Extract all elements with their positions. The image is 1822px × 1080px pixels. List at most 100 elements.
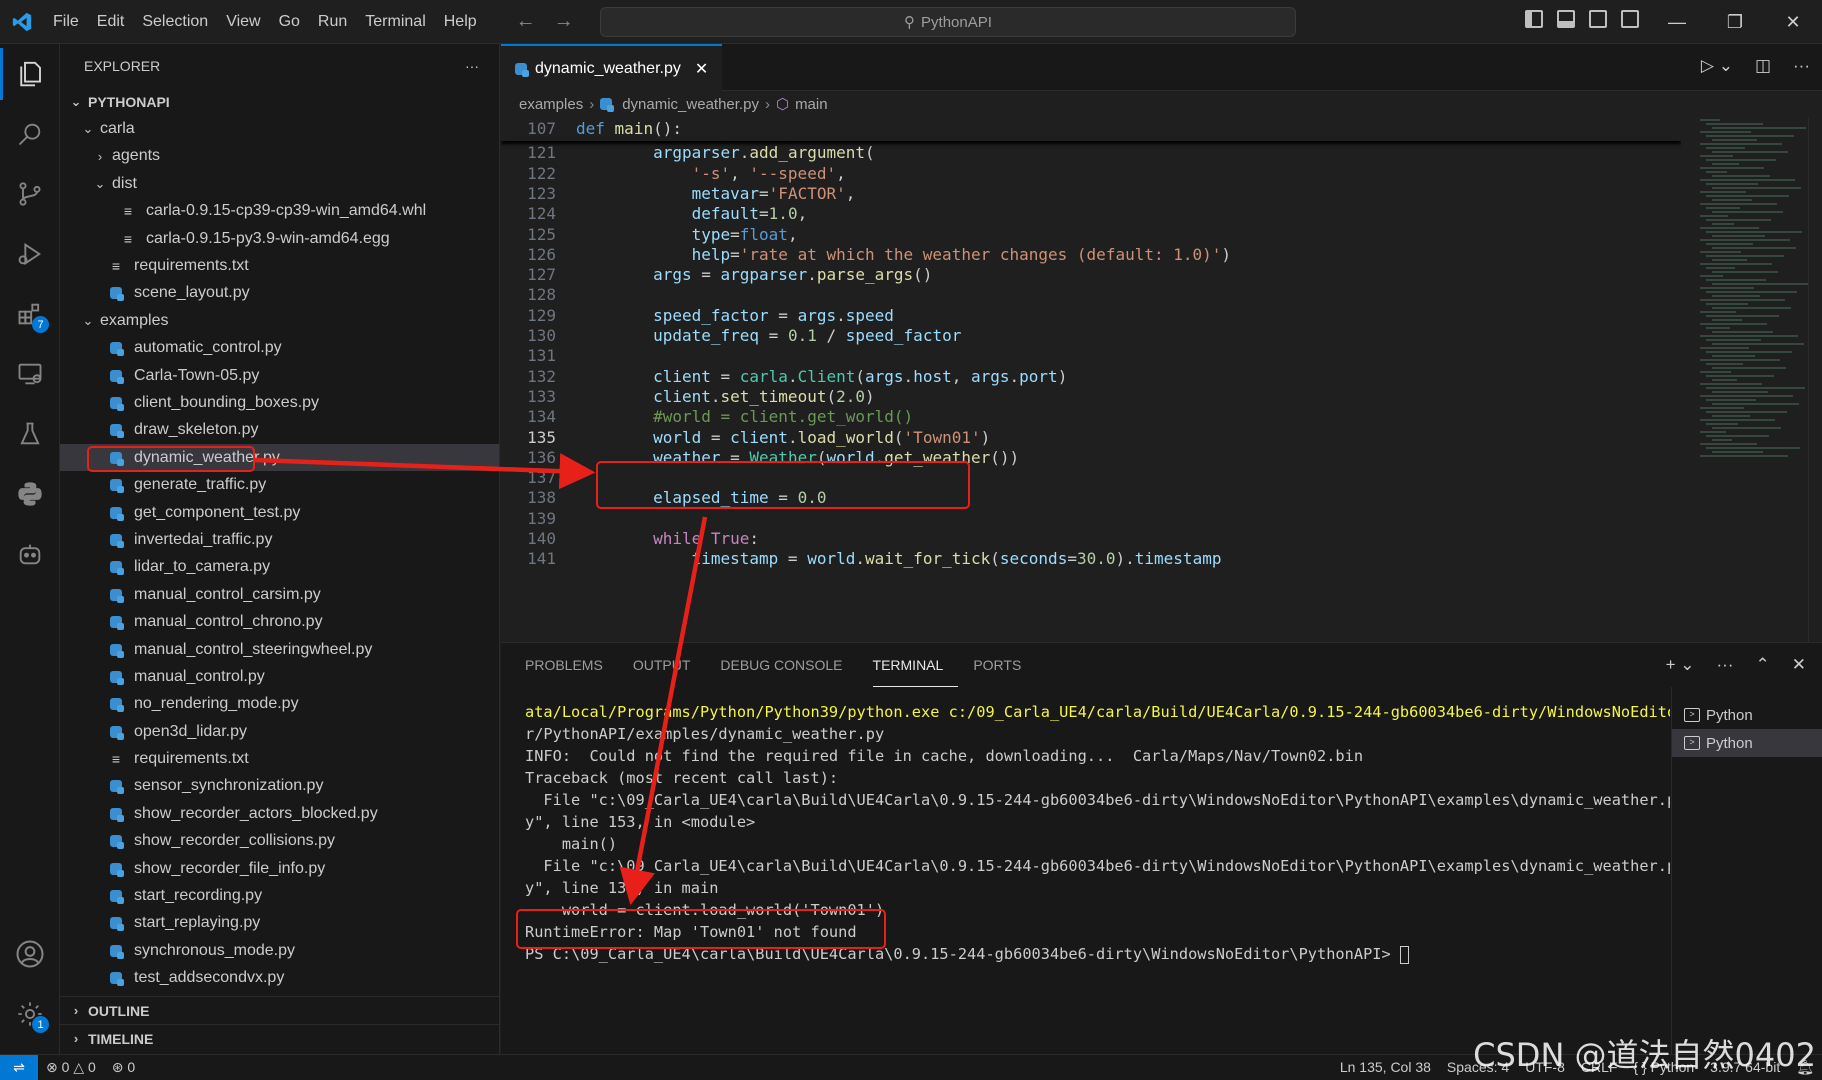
explorer-icon[interactable]: [0, 44, 60, 104]
python-file-icon: [108, 725, 124, 740]
problems-status[interactable]: ⊗ 0 △ 0: [38, 1059, 104, 1076]
split-editor-icon[interactable]: ◫: [1755, 56, 1771, 76]
folder-item[interactable]: ⌄ carla: [60, 115, 499, 142]
file-item[interactable]: ≡ requirements.txt: [60, 745, 499, 772]
forward-arrow-icon[interactable]: →: [554, 10, 574, 33]
menu-selection[interactable]: Selection: [133, 0, 217, 44]
extensions-icon[interactable]: 7: [0, 284, 60, 344]
panel-tabs: PROBLEMS OUTPUT DEBUG CONSOLE TERMINAL P…: [501, 643, 1822, 687]
terminal-item[interactable]: > Python: [1672, 729, 1822, 757]
terminal-output[interactable]: ata/Local/Programs/Python/Python39/pytho…: [525, 701, 1670, 1041]
tab-terminal[interactable]: TERMINAL: [872, 643, 959, 687]
file-item[interactable]: open3d_lidar.py: [60, 718, 499, 745]
tab-dynamic-weather[interactable]: dynamic_weather.py ✕: [501, 44, 723, 91]
file-item[interactable]: lidar_to_camera.py: [60, 554, 499, 581]
explorer-more-icon[interactable]: ···: [465, 58, 479, 74]
file-item[interactable]: invertedai_traffic.py: [60, 526, 499, 553]
timeline-section[interactable]: › TIMELINE: [60, 1024, 500, 1052]
file-item[interactable]: start_recording.py: [60, 882, 499, 909]
close-tab-icon[interactable]: ✕: [695, 59, 708, 79]
workspace-root[interactable]: ⌄ PYTHONAPI: [60, 88, 499, 115]
file-item[interactable]: scene_layout.py: [60, 280, 499, 307]
outline-section[interactable]: › OUTLINE: [60, 996, 500, 1024]
sticky-scroll-line[interactable]: 107 def main():: [501, 117, 1681, 141]
file-item[interactable]: manual_control_steeringwheel.py: [60, 636, 499, 663]
more-actions-icon[interactable]: ···: [1793, 56, 1810, 76]
code-line[interactable]: 141 timestamp = world.wait_for_tick(seco…: [501, 547, 1681, 571]
file-item[interactable]: show_recorder_collisions.py: [60, 828, 499, 855]
python-file-icon: [108, 835, 124, 850]
menu-run[interactable]: Run: [309, 0, 356, 44]
python-file-icon: [108, 780, 124, 795]
menu-help[interactable]: Help: [435, 0, 486, 44]
toggle-panel-icon[interactable]: [1557, 10, 1575, 28]
remote-indicator-icon[interactable]: ⇌: [0, 1054, 38, 1080]
python-icon[interactable]: [0, 464, 60, 524]
tab-debug-console[interactable]: DEBUG CONSOLE: [720, 643, 857, 687]
breadcrumb-folder[interactable]: examples: [519, 96, 583, 113]
menu-edit[interactable]: Edit: [88, 0, 134, 44]
file-item[interactable]: client_bounding_boxes.py: [60, 389, 499, 416]
folder-item[interactable]: › agents: [60, 143, 499, 170]
command-center-search[interactable]: ⚲ PythonAPI: [600, 7, 1296, 37]
file-item[interactable]: Carla-Town-05.py: [60, 362, 499, 389]
menu-file[interactable]: File: [44, 0, 88, 44]
new-terminal-icon[interactable]: + ⌄: [1666, 655, 1695, 675]
file-item[interactable]: no_rendering_mode.py: [60, 691, 499, 718]
terminal-item-label: Python: [1706, 734, 1753, 752]
breadcrumb-symbol[interactable]: main: [795, 96, 828, 113]
tab-problems[interactable]: PROBLEMS: [525, 643, 618, 687]
toggle-secondary-sidebar-icon[interactable]: [1589, 10, 1607, 28]
breadcrumb-file[interactable]: dynamic_weather.py: [622, 96, 759, 113]
menu-terminal[interactable]: Terminal: [356, 0, 434, 44]
run-debug-icon[interactable]: [0, 224, 60, 284]
ports-status[interactable]: ⊛ 0: [104, 1059, 143, 1076]
code-editor[interactable]: 107def main():120 help='TCP port to list…: [501, 117, 1681, 642]
file-item[interactable]: manual_control_chrono.py: [60, 608, 499, 635]
cursor-position[interactable]: Ln 135, Col 38: [1332, 1059, 1439, 1076]
menu-go[interactable]: Go: [270, 0, 309, 44]
file-item[interactable]: ≡ carla-0.9.15-cp39-cp39-win_amd64.whl: [60, 198, 499, 225]
file-item[interactable]: manual_control_carsim.py: [60, 581, 499, 608]
testing-icon[interactable]: [0, 404, 60, 464]
file-item[interactable]: generate_traffic.py: [60, 471, 499, 498]
back-arrow-icon[interactable]: ←: [516, 10, 536, 33]
remote-explorer-icon[interactable]: [0, 344, 60, 404]
file-item[interactable]: get_component_test.py: [60, 499, 499, 526]
file-item[interactable]: ≡ requirements.txt: [60, 252, 499, 279]
copilot-icon[interactable]: [0, 524, 60, 584]
file-item[interactable]: automatic_control.py: [60, 335, 499, 362]
editor-scrollbar[interactable]: [1808, 117, 1822, 642]
search-view-icon[interactable]: [0, 104, 60, 164]
file-item[interactable]: start_replaying.py: [60, 910, 499, 937]
file-item[interactable]: ≡ carla-0.9.15-py3.9-win-amd64.egg: [60, 225, 499, 252]
maximize-panel-icon[interactable]: ⌃: [1756, 655, 1770, 675]
file-item[interactable]: test_addsecondvx.py: [60, 965, 499, 992]
tab-ports[interactable]: PORTS: [973, 643, 1036, 687]
file-item[interactable]: manual_control.py: [60, 663, 499, 690]
minimap[interactable]: [1700, 117, 1810, 497]
folder-item[interactable]: ⌄ examples: [60, 307, 499, 334]
terminal-item[interactable]: > Python: [1672, 701, 1822, 729]
file-item[interactable]: show_recorder_file_info.py: [60, 855, 499, 882]
manage-gear-icon[interactable]: 1: [0, 984, 60, 1044]
accounts-icon[interactable]: [0, 924, 60, 984]
tab-output[interactable]: OUTPUT: [633, 643, 706, 687]
file-item[interactable]: draw_skeleton.py: [60, 417, 499, 444]
minimize-icon[interactable]: —: [1648, 0, 1706, 44]
bottom-panel: PROBLEMS OUTPUT DEBUG CONSOLE TERMINAL P…: [501, 642, 1822, 1055]
customize-layout-icon[interactable]: [1621, 10, 1639, 28]
source-control-icon[interactable]: [0, 164, 60, 224]
close-window-icon[interactable]: ✕: [1764, 0, 1822, 44]
restore-icon[interactable]: ❐: [1706, 0, 1764, 44]
toggle-sidebar-icon[interactable]: [1525, 10, 1543, 28]
more-icon[interactable]: ···: [1717, 655, 1734, 675]
close-panel-icon[interactable]: ✕: [1792, 655, 1806, 675]
run-python-file-icon[interactable]: ▷ ⌄: [1701, 56, 1733, 76]
file-item[interactable]: show_recorder_actors_blocked.py: [60, 800, 499, 827]
timeline-label: TIMELINE: [88, 1030, 154, 1047]
file-item[interactable]: synchronous_mode.py: [60, 937, 499, 964]
file-item[interactable]: sensor_synchronization.py: [60, 773, 499, 800]
menu-view[interactable]: View: [217, 0, 269, 44]
folder-item[interactable]: ⌄ dist: [60, 170, 499, 197]
